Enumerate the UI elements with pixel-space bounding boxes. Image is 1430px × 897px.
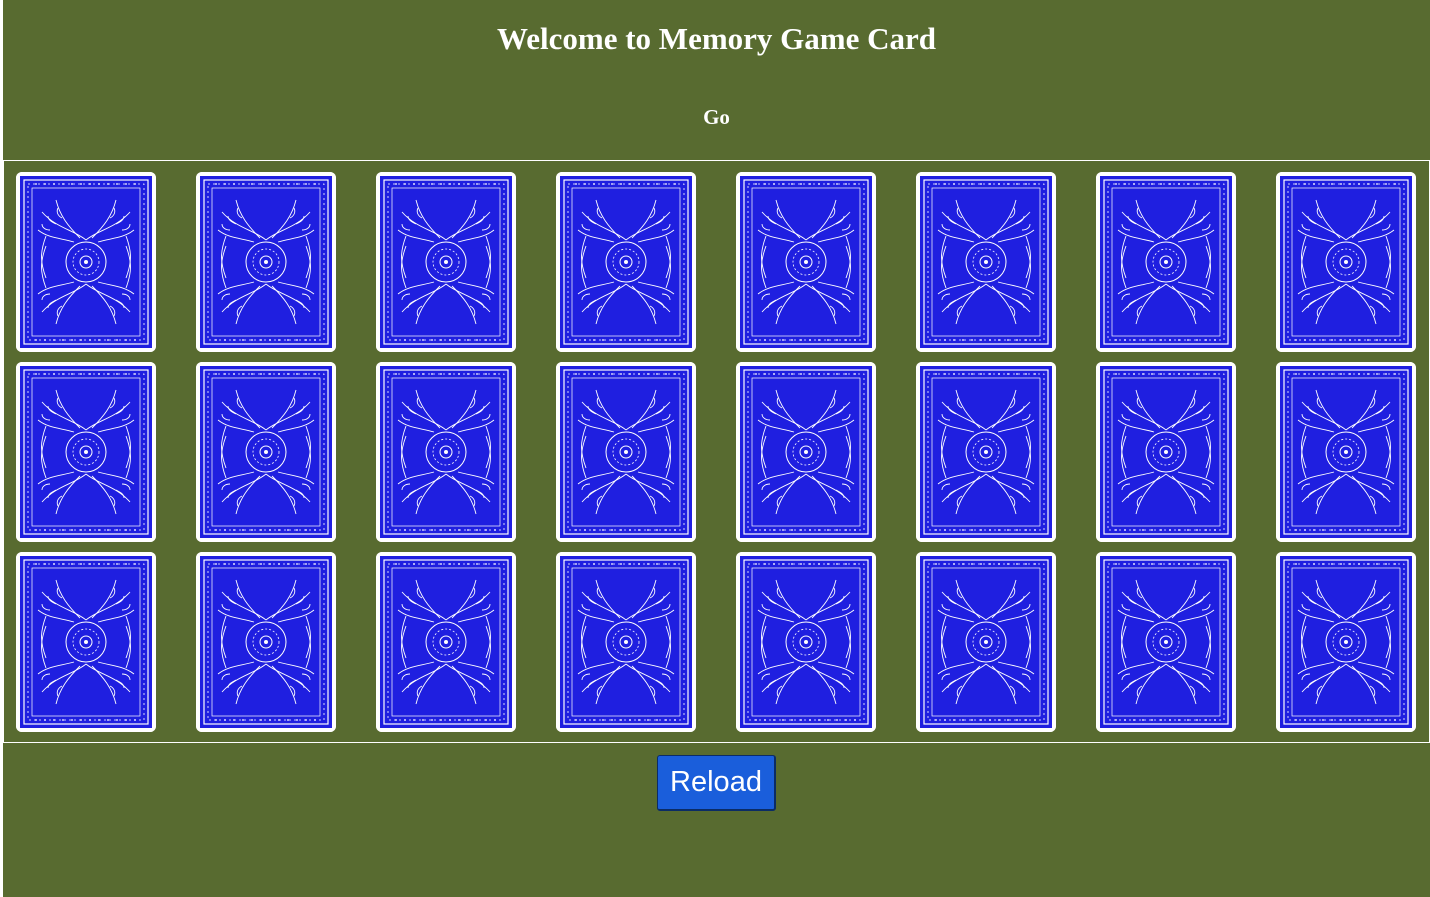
memory-card[interactable] <box>916 552 1056 732</box>
card-back-pattern <box>16 552 156 732</box>
memory-card[interactable] <box>376 362 516 542</box>
memory-card[interactable] <box>736 552 876 732</box>
card-back-pattern <box>196 172 336 352</box>
card-back-pattern <box>196 362 336 542</box>
memory-card[interactable] <box>736 172 876 352</box>
memory-card[interactable] <box>196 552 336 732</box>
memory-card[interactable] <box>196 362 336 542</box>
memory-card[interactable] <box>916 172 1056 352</box>
page-title: Welcome to Memory Game Card <box>496 21 936 56</box>
card-board <box>3 160 1430 743</box>
card-back-pattern <box>376 362 516 542</box>
memory-card[interactable] <box>1096 172 1236 352</box>
memory-card[interactable] <box>736 362 876 542</box>
card-back-pattern <box>916 362 1056 542</box>
memory-card[interactable] <box>376 552 516 732</box>
memory-card[interactable] <box>1276 552 1416 732</box>
card-back-pattern <box>376 172 516 352</box>
memory-card[interactable] <box>916 362 1056 542</box>
card-back-pattern <box>556 362 696 542</box>
go-button[interactable]: Go <box>3 102 1430 132</box>
memory-card[interactable] <box>16 552 156 732</box>
card-back-pattern <box>1276 172 1416 352</box>
card-back-pattern <box>736 552 876 732</box>
card-back-pattern <box>1096 172 1236 352</box>
card-back-pattern <box>916 552 1056 732</box>
card-back-pattern <box>556 552 696 732</box>
reload-button[interactable]: Reload <box>657 755 776 811</box>
card-back-pattern <box>556 172 696 352</box>
memory-card[interactable] <box>556 552 696 732</box>
game-page: Welcome to Memory Game Card Go Reload <box>3 0 1430 897</box>
memory-card[interactable] <box>556 172 696 352</box>
memory-card[interactable] <box>16 362 156 542</box>
card-back-pattern <box>16 362 156 542</box>
memory-card[interactable] <box>1096 362 1236 542</box>
card-back-pattern <box>736 362 876 542</box>
memory-card[interactable] <box>1276 172 1416 352</box>
card-back-pattern <box>1276 362 1416 542</box>
card-back-pattern <box>1096 552 1236 732</box>
card-back-pattern <box>916 172 1056 352</box>
card-back-pattern <box>196 552 336 732</box>
memory-card[interactable] <box>376 172 516 352</box>
card-back-pattern <box>736 172 876 352</box>
card-back-pattern <box>1276 552 1416 732</box>
memory-card[interactable] <box>1276 362 1416 542</box>
card-back-pattern <box>376 552 516 732</box>
memory-card[interactable] <box>1096 552 1236 732</box>
card-back-pattern <box>16 172 156 352</box>
card-back-pattern <box>1096 362 1236 542</box>
memory-card[interactable] <box>196 172 336 352</box>
memory-card[interactable] <box>556 362 696 542</box>
memory-card[interactable] <box>16 172 156 352</box>
